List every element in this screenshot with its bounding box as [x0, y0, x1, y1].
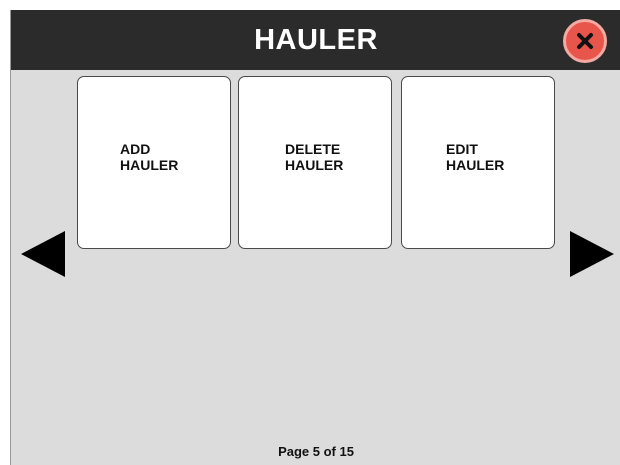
arrow-left-icon[interactable]: [21, 231, 65, 277]
add-hauler-button[interactable]: ADD HAULER: [77, 76, 231, 249]
close-icon: [577, 33, 593, 49]
delete-hauler-button[interactable]: DELETE HAULER: [238, 76, 392, 249]
close-button[interactable]: [563, 19, 607, 63]
page-indicator: Page 5 of 15: [278, 444, 354, 459]
edit-hauler-label: EDIT HAULER: [446, 141, 505, 173]
add-hauler-label: ADD HAULER: [120, 141, 179, 173]
arrow-right-icon[interactable]: [570, 231, 614, 277]
title-bar: HAULER: [11, 10, 620, 70]
edit-hauler-button[interactable]: EDIT HAULER: [401, 76, 555, 249]
delete-hauler-label: DELETE HAULER: [285, 141, 344, 173]
window-title: HAULER: [254, 23, 378, 56]
hauler-window: HAULER ADD HAULER DELETE HAULER EDIT HAU…: [10, 10, 620, 465]
